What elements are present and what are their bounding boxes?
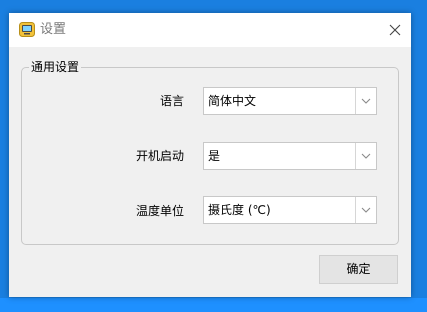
language-select[interactable]: 简体中文 [203, 87, 377, 115]
ok-button[interactable]: 确定 [319, 255, 398, 284]
temperature-unit-dropdown-button[interactable] [355, 197, 376, 223]
window-title: 设置 [40, 22, 67, 37]
temperature-unit-select[interactable]: 摄氏度 (℃) [203, 196, 377, 224]
close-icon [389, 24, 401, 36]
general-settings-group: 通用设置 语言 简体中文 开机启动 是 温度单位 摄氏度 (℃) [21, 60, 399, 245]
app-settings-icon [19, 22, 35, 37]
temperature-unit-label: 温度单位 [135, 204, 184, 218]
group-title: 通用设置 [29, 60, 82, 75]
language-dropdown-button[interactable] [355, 88, 376, 114]
chevron-down-icon [361, 207, 371, 213]
autostart-value: 是 [208, 149, 221, 163]
autostart-select[interactable]: 是 [203, 142, 377, 170]
autostart-dropdown-button[interactable] [355, 143, 376, 169]
language-value: 简体中文 [208, 94, 257, 108]
autostart-label: 开机启动 [135, 149, 184, 163]
chevron-down-icon [361, 153, 371, 159]
temperature-unit-value: 摄氏度 (℃) [208, 203, 271, 217]
language-label: 语言 [159, 94, 184, 108]
settings-dialog: 设置 通用设置 语言 简体中文 开机启动 是 温度单位 摄氏度 (℃) 确定 [9, 13, 411, 297]
close-button[interactable] [381, 13, 411, 47]
desktop-background [0, 298, 427, 312]
chevron-down-icon [361, 98, 371, 104]
title-bar[interactable]: 设置 [9, 13, 411, 47]
